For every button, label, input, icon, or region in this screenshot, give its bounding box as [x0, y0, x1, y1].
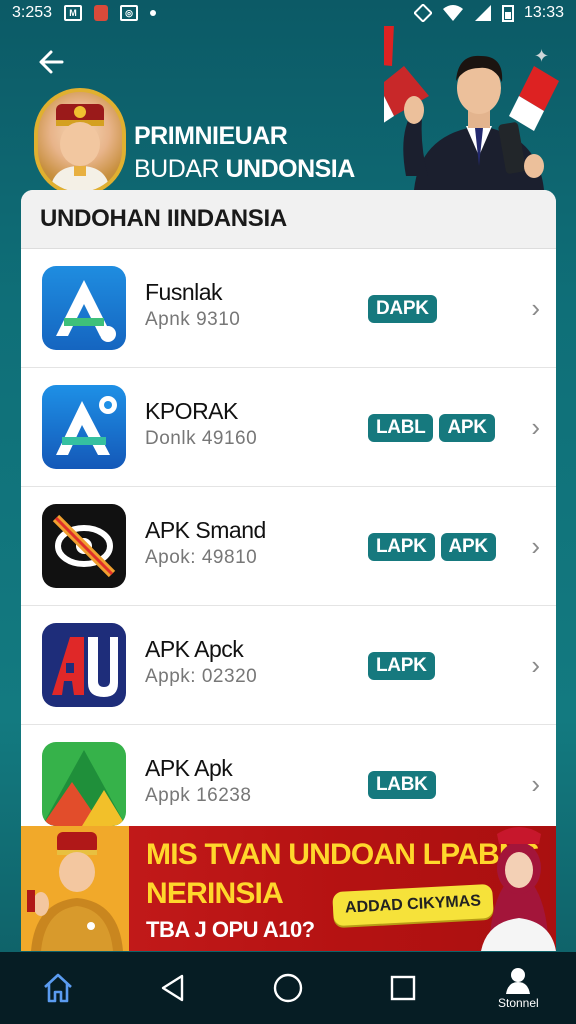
card-title: UNDOHAN IINDANSIA [21, 190, 556, 249]
status-clock: 13:33 [523, 4, 564, 21]
apk-badge[interactable]: APK [439, 414, 495, 442]
svg-text:✦: ✦ [534, 46, 549, 67]
home-icon [43, 973, 72, 1003]
signal-icon [474, 5, 491, 21]
app-notification-icon [94, 5, 109, 21]
header-title-line1: PRIMNIEUAR [134, 122, 288, 150]
notification-icon: M [64, 5, 83, 21]
square-recents-icon [390, 975, 416, 1001]
banner-subtext: TBA J OPU A10? [146, 917, 315, 942]
dot-icon [150, 10, 157, 16]
chevron-right-icon[interactable]: › [531, 531, 540, 562]
header-title: PRIMNIEUAR BUDAR UNDONSIA [134, 120, 355, 186]
blocked-eye-icon [42, 504, 126, 588]
person-icon [506, 968, 531, 994]
label-badge[interactable]: LABK [368, 771, 436, 799]
app-row[interactable]: Fusnlak Apnk 9310 DAPK › [21, 249, 556, 368]
status-bar: 3:253 M ◎ 13:33 [0, 0, 576, 26]
battery-icon [501, 5, 514, 22]
app-name: KPORAK [145, 398, 238, 424]
banner-headline-2: NERINSIA [146, 877, 284, 910]
nav-profile[interactable]: Stonnel [488, 958, 548, 1018]
chevron-right-icon[interactable]: › [531, 769, 540, 800]
nav-home[interactable] [28, 958, 88, 1018]
avatar [34, 88, 126, 196]
chevron-right-icon[interactable]: › [531, 293, 540, 324]
app-row[interactable]: APK Apk Appk 16238 LABK › [21, 725, 556, 830]
app-store-icon [42, 385, 126, 469]
app-row[interactable]: APK Smand Apok: 49810 LAPK APK › [21, 487, 556, 606]
apk-badge[interactable]: APK [440, 533, 496, 561]
app-name: APK Apck [145, 636, 244, 662]
wifi-icon [442, 5, 463, 21]
back-arrow-icon[interactable] [34, 44, 70, 80]
nav-profile-label: Stonnel [497, 996, 539, 1010]
label-badge[interactable]: LAPK [368, 533, 435, 561]
chevron-right-icon[interactable]: › [531, 650, 540, 681]
navigation-bar: Stonnel [0, 952, 576, 1024]
promo-man-illustration: ✦ ✦ [384, 26, 559, 190]
app-name: APK Smand [145, 517, 266, 543]
label-badge[interactable]: LAPK [368, 652, 435, 680]
chevron-right-icon[interactable]: › [531, 412, 540, 443]
apk-badge[interactable]: DAPK [368, 295, 437, 323]
promo-banner[interactable]: MIS TVAN UNDOAN LPABNS NERINSIA TBA J OP… [21, 826, 556, 951]
app-subtitle: Apnk 9310 [145, 309, 241, 330]
label-badge[interactable]: LABL [368, 414, 434, 442]
app-store-icon [42, 266, 126, 350]
nfc-icon [413, 4, 432, 22]
triangle-back-icon [161, 974, 183, 1002]
gallery-notification-icon: ◎ [120, 5, 139, 21]
app-subtitle: Appk: 02320 [145, 666, 258, 687]
app-subtitle: Donlk 49160 [145, 428, 258, 449]
banner-cta-button[interactable]: ADDAD CIKYMAS [332, 883, 494, 927]
banner-headline: MIS TVAN UNDOAN LPABNS [146, 838, 540, 871]
app-row[interactable]: KPORAK Donlk 49160 LABL APK › [21, 368, 556, 487]
header-title-line2a: BUDAR [134, 155, 220, 183]
nav-back[interactable] [143, 958, 203, 1018]
circle-home-icon [273, 973, 303, 1003]
soldier-illustration [21, 826, 129, 951]
header-title-line2b: UNDONSIA [225, 155, 355, 183]
play-store-icon [42, 742, 126, 826]
app-list-card: UNDOHAN IINDANSIA Fusnlak Apnk 9310 DAPK… [21, 190, 556, 830]
app-row[interactable]: APK Apck Appk: 02320 LAPK › [21, 606, 556, 725]
app-name: Fusnlak [145, 279, 223, 305]
au-app-icon [42, 623, 126, 707]
woman-illustration [481, 827, 556, 951]
app-subtitle: Apok: 49810 [145, 547, 258, 568]
app-subtitle: Appk 16238 [145, 785, 252, 806]
app-name: APK Apk [145, 755, 233, 781]
nav-home-circle[interactable] [258, 958, 318, 1018]
header: PRIMNIEUAR BUDAR UNDONSIA ✦ ✦ [0, 26, 576, 196]
status-time: 3:253 [12, 4, 53, 21]
nav-recents[interactable] [373, 958, 433, 1018]
